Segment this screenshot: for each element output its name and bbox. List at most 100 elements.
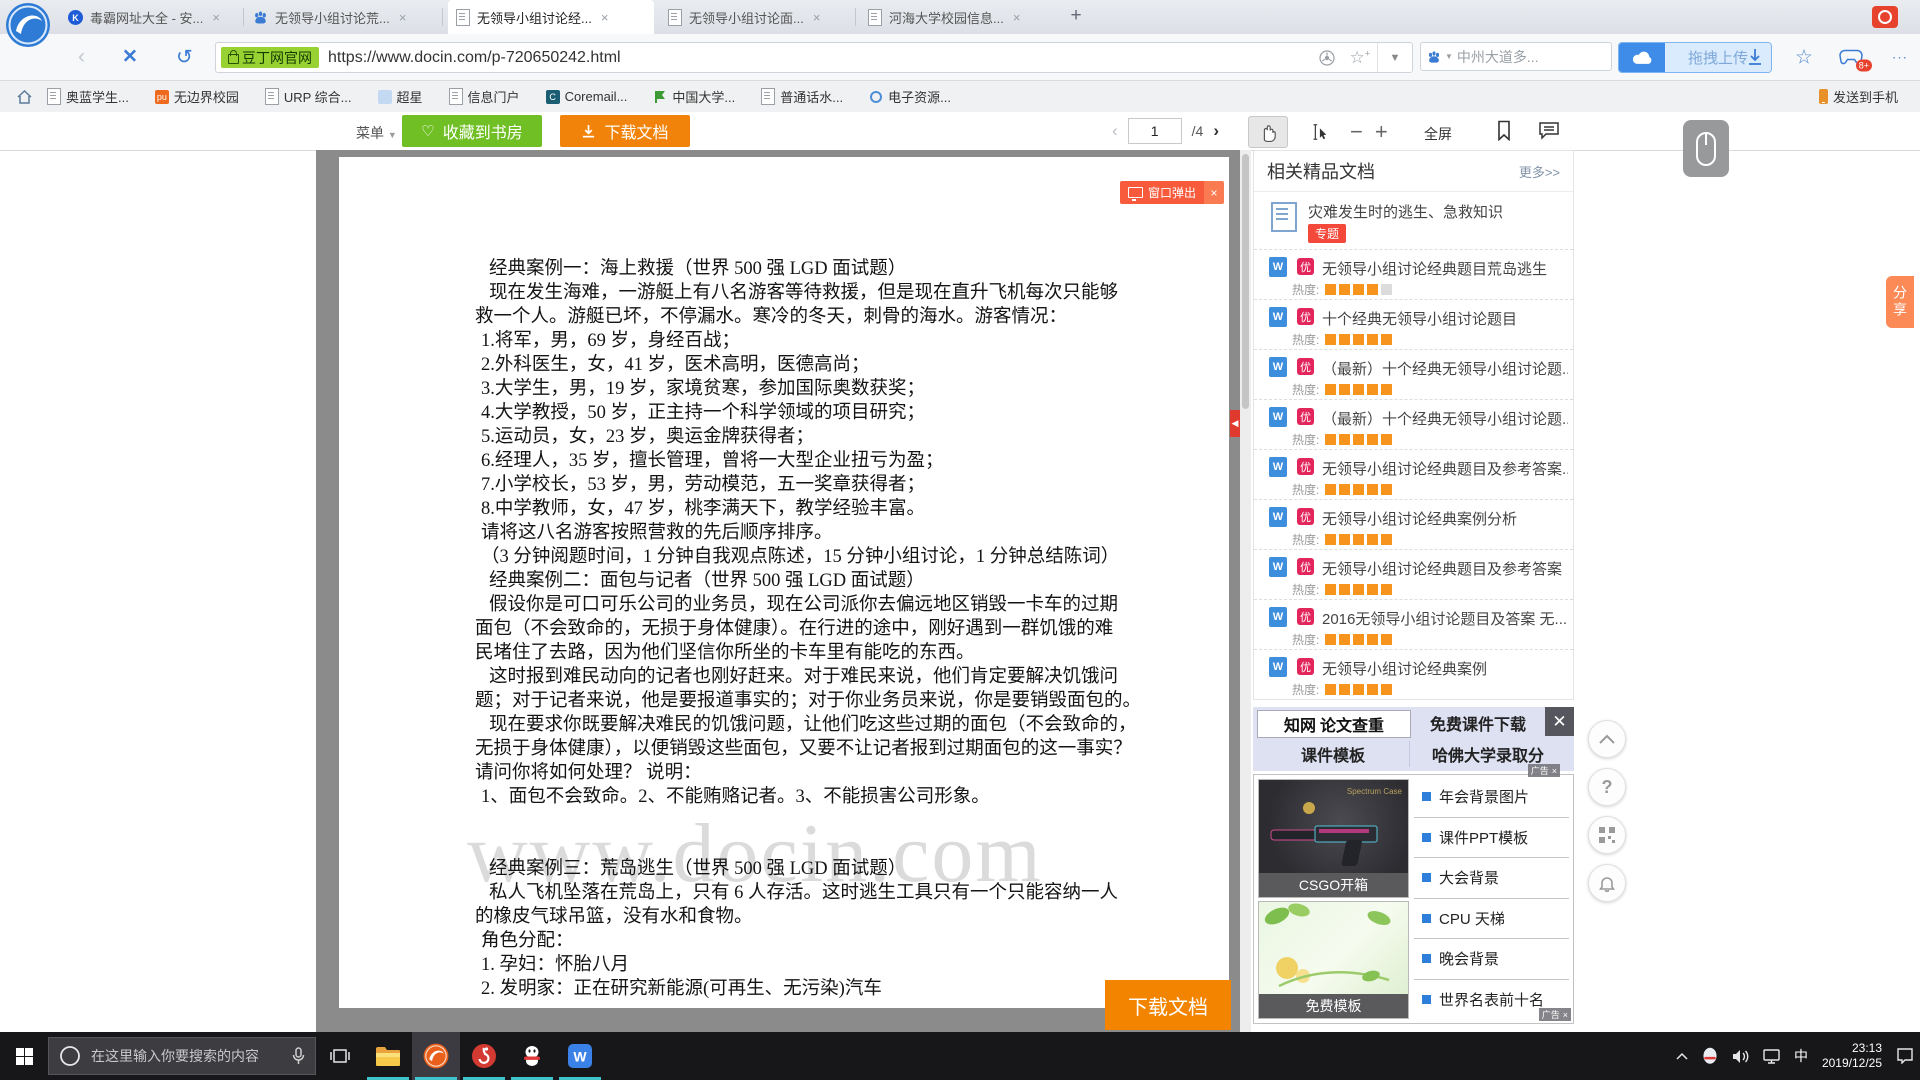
ad-badge-close-icon[interactable]: ×: [1563, 1010, 1568, 1020]
zoom-in-icon[interactable]: +: [1375, 119, 1388, 145]
ad-link[interactable]: CPU 天梯: [1414, 899, 1569, 940]
download-doc-floating-button[interactable]: 下载文档: [1105, 980, 1231, 1030]
action-center-icon[interactable]: [1896, 1048, 1914, 1064]
tray-expand-icon[interactable]: [1676, 1052, 1688, 1060]
tab-close-icon[interactable]: ×: [399, 10, 407, 25]
stop-icon[interactable]: ✕: [122, 46, 138, 69]
downloads-icon[interactable]: [1745, 47, 1765, 67]
cheetah-browser-logo[interactable]: [5, 2, 51, 48]
url-text[interactable]: https://www.docin.com/p-720650242.html: [328, 49, 1312, 67]
popup-close-icon[interactable]: ×: [1204, 181, 1224, 204]
home-icon[interactable]: [16, 89, 33, 105]
network-icon[interactable]: [1763, 1049, 1780, 1064]
ad-card-template[interactable]: 免费模板: [1258, 901, 1409, 1019]
doc-title[interactable]: 无领导小组讨论经典题目及参考答案...: [1322, 458, 1568, 479]
next-page-icon[interactable]: ›: [1213, 121, 1219, 141]
bookmark-item[interactable]: URP 综合...: [265, 87, 352, 106]
text-select-tool-button[interactable]: [1300, 117, 1338, 147]
tab-close-icon[interactable]: ×: [1013, 10, 1021, 25]
ad-card-csgo[interactable]: Spectrum Case CSGO开箱: [1258, 779, 1409, 898]
mouse-gesture-widget[interactable]: [1683, 120, 1729, 177]
related-doc-item[interactable]: W 优 （最新）十个经典无领导小组讨论题... 热度:: [1254, 350, 1573, 400]
help-button[interactable]: ?: [1588, 768, 1626, 806]
viewer-scrollbar[interactable]: [1240, 150, 1251, 1032]
hand-tool-button[interactable]: [1248, 116, 1288, 148]
games-icon[interactable]: 8+: [1838, 49, 1864, 66]
search-query-text[interactable]: 中州大道多...: [1457, 47, 1539, 67]
related-doc-item[interactable]: W 优 无领导小组讨论经典案例 热度:: [1254, 650, 1573, 699]
prev-page-icon[interactable]: ‹: [1112, 121, 1118, 141]
related-doc-item[interactable]: W 优 无领导小组讨论经典案例分析 热度:: [1254, 500, 1573, 550]
new-tab-button[interactable]: +: [1063, 3, 1089, 29]
bookmark-item[interactable]: 奥蓝学生...: [47, 87, 129, 106]
doc-title[interactable]: 2016无领导小组讨论题目及答案 无...: [1322, 608, 1567, 629]
related-doc-item[interactable]: W 优 2016无领导小组讨论题目及答案 无... 热度:: [1254, 600, 1573, 650]
address-dropdown-icon[interactable]: ▼: [1377, 43, 1412, 72]
ad-link[interactable]: 晚会背景: [1414, 939, 1569, 980]
taskbar-clock[interactable]: 23:13 2019/12/25: [1822, 1041, 1882, 1071]
tab-close-icon[interactable]: ×: [601, 10, 609, 25]
ad-badge-close-icon[interactable]: ×: [1552, 766, 1557, 776]
ad-link[interactable]: 大会背景: [1414, 858, 1569, 899]
bookmark-item[interactable]: 超星: [378, 87, 423, 106]
related-doc-item[interactable]: W 优 无领导小组讨论经典题目及参考答案 热度:: [1254, 550, 1573, 600]
task-view-button[interactable]: [316, 1032, 364, 1080]
taskbar-search-box[interactable]: 在这里输入你要搜索的内容: [48, 1037, 316, 1075]
taskbar-file-explorer[interactable]: [364, 1032, 412, 1080]
bookmark-item[interactable]: CCoremail...: [546, 89, 628, 104]
browser-tab[interactable]: 无领导小组讨论荒... ×: [245, 0, 443, 34]
doc-title[interactable]: 无领导小组讨论经典案例分析: [1322, 508, 1517, 529]
doc-title[interactable]: 十个经典无领导小组讨论题目: [1322, 308, 1517, 329]
doc-title[interactable]: （最新）十个经典无领导小组讨论题...: [1322, 358, 1568, 379]
bookmark-item[interactable]: 中国大学...: [653, 87, 735, 106]
related-doc-item[interactable]: W 优 十个经典无领导小组讨论题目 热度:: [1254, 300, 1573, 350]
bookmark-item[interactable]: 普通话水...: [761, 87, 843, 106]
bookmark-item[interactable]: 电子资源...: [869, 87, 951, 106]
browser-tab[interactable]: 河海大学校园信息... ×: [860, 0, 1056, 34]
hot-news-icon[interactable]: [1872, 6, 1898, 28]
doc-title[interactable]: 无领导小组讨论经典题目荒岛逃生: [1322, 258, 1547, 279]
start-button[interactable]: [0, 1032, 48, 1080]
doc-title[interactable]: 无领导小组讨论经典案例: [1322, 658, 1487, 679]
share-tab[interactable]: 分享: [1886, 276, 1914, 328]
tray-qq-icon[interactable]: [1702, 1047, 1718, 1066]
comment-icon[interactable]: [1538, 121, 1560, 140]
notification-bell-button[interactable]: [1588, 864, 1626, 902]
send-to-phone-button[interactable]: 发送到手机: [1819, 81, 1898, 112]
site-verified-badge[interactable]: 豆丁网官网: [221, 47, 319, 68]
browser-tab[interactable]: K 毒霸网址大全 - 安... ×: [60, 0, 244, 34]
bookmark-item[interactable]: pu无边界校园: [155, 87, 239, 106]
download-doc-button[interactable]: 下载文档: [560, 115, 690, 147]
add-favorite-star-icon[interactable]: ☆+: [1349, 48, 1370, 68]
ad-link-cnki[interactable]: 知网 论文查重: [1257, 710, 1411, 738]
browser-tab[interactable]: 无领导小组讨论面... ×: [660, 0, 856, 34]
document-viewer[interactable]: www.docin.com 经典案例一：海上救援（世界 500 强 LGD 面试…: [316, 150, 1240, 1032]
mic-icon[interactable]: [292, 1047, 305, 1065]
back-to-top-button[interactable]: [1588, 720, 1626, 758]
featured-title[interactable]: 灾难发生时的逃生、急救知识: [1308, 201, 1503, 222]
related-doc-item[interactable]: W 优 无领导小组讨论经典题目荒岛逃生 热度:: [1254, 250, 1573, 300]
back-icon[interactable]: ‹: [78, 45, 85, 69]
menu-button[interactable]: 菜单 ▼: [356, 123, 397, 143]
featured-doc-item[interactable]: 灾难发生时的逃生、急救知识 专题: [1254, 192, 1573, 250]
ime-indicator[interactable]: 中: [1794, 1046, 1808, 1066]
zoom-out-icon[interactable]: −: [1350, 119, 1363, 145]
tab-close-icon[interactable]: ×: [212, 10, 220, 25]
favorites-star-icon[interactable]: ☆: [1795, 45, 1813, 70]
bookmark-ribbon-icon[interactable]: [1496, 120, 1512, 141]
popup-window-button[interactable]: 窗口弹出 ×: [1120, 181, 1224, 204]
ad-link-courseware[interactable]: 免费课件下载: [1415, 710, 1541, 736]
address-bar[interactable]: 豆丁网官网 https://www.docin.com/p-720650242.…: [215, 42, 1413, 73]
ad-close-icon[interactable]: ✕: [1545, 707, 1574, 736]
browser-tab-active[interactable]: 无领导小组讨论经... ×: [448, 0, 654, 34]
taskbar-cheetah-browser[interactable]: [412, 1032, 460, 1080]
tab-close-icon[interactable]: ×: [813, 10, 821, 25]
taskbar-qq[interactable]: [508, 1032, 556, 1080]
fan-icon[interactable]: [1319, 50, 1335, 66]
qr-code-button[interactable]: [1588, 816, 1626, 854]
fullscreen-button[interactable]: 全屏: [1424, 124, 1452, 144]
taskbar-netease-music[interactable]: [460, 1032, 508, 1080]
related-doc-item[interactable]: W 优 无领导小组讨论经典题目及参考答案... 热度:: [1254, 450, 1573, 500]
ad-link[interactable]: 课件PPT模板: [1414, 818, 1569, 859]
more-link[interactable]: 更多>>: [1519, 162, 1560, 181]
